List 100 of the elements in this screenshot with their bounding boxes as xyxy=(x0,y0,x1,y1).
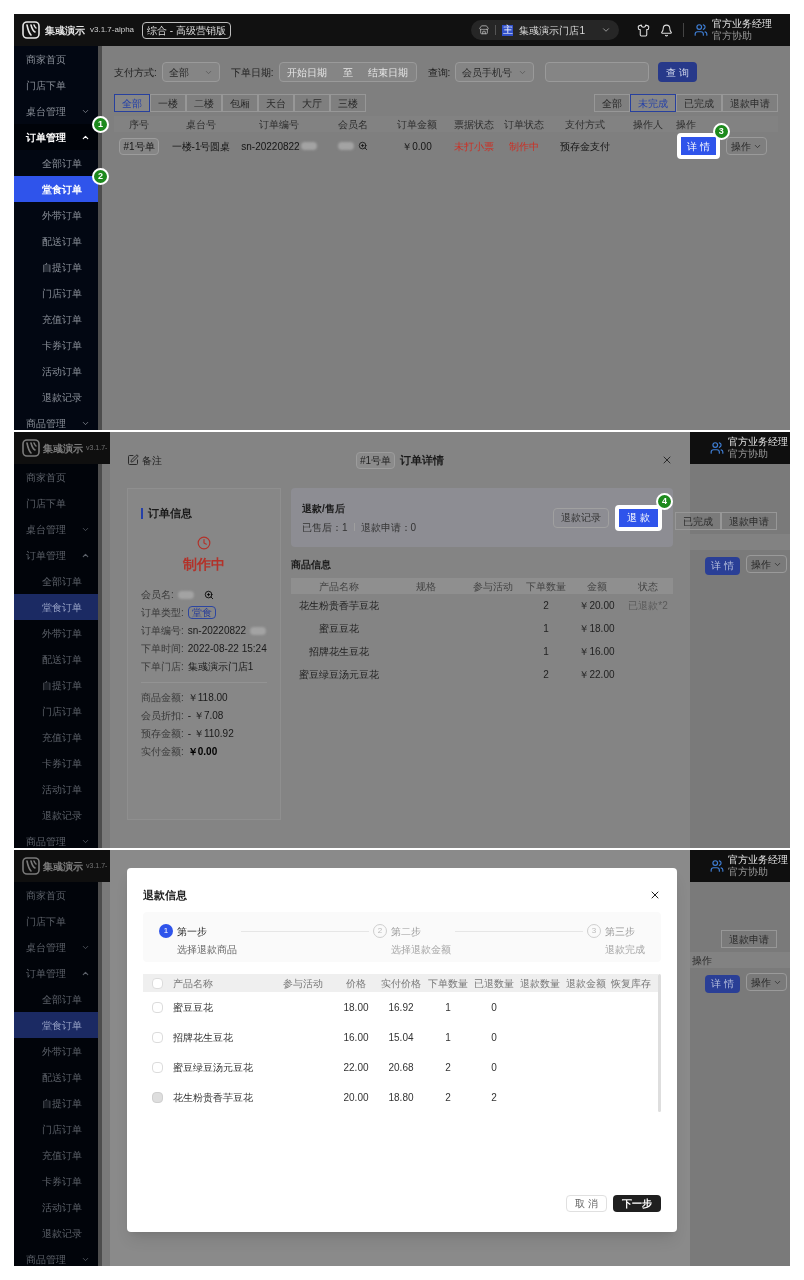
select-field[interactable]: 全部 xyxy=(161,62,220,82)
refund-records-button[interactable]: 退款记录 xyxy=(553,507,610,528)
sidebar-item[interactable]: 全部订单 xyxy=(14,986,98,1012)
sidebar-item[interactable]: 自提订单 xyxy=(14,672,98,698)
sidebar-item[interactable]: 卡券订单 xyxy=(14,750,98,776)
sidebar-item[interactable]: 自提订单 xyxy=(14,1090,98,1116)
sidebar-group[interactable]: 订单管理 xyxy=(14,124,98,150)
step-subtitle: 选择退款金额 xyxy=(391,943,451,957)
actions-dropdown[interactable]: 操作 xyxy=(745,973,787,991)
zoom-in-icon[interactable] xyxy=(203,589,214,600)
sidebar-group[interactable]: 订单管理 xyxy=(14,960,98,986)
column-header: 操作 xyxy=(691,953,712,968)
status-tab[interactable]: 已完成 xyxy=(675,512,721,530)
sidebar-item[interactable]: 全部订单 xyxy=(14,568,98,594)
sidebar-item[interactable]: 退款记录 xyxy=(14,1220,98,1246)
field-label: 下单门店: xyxy=(141,660,184,674)
sidebar-item[interactable]: 门店下单 xyxy=(14,908,98,934)
sidebar-item[interactable]: 充值订单 xyxy=(14,1142,98,1168)
details-button[interactable]: 详 情 xyxy=(677,133,720,159)
checkbox[interactable] xyxy=(151,1001,163,1013)
column-header: 会员名 xyxy=(338,117,368,132)
details-button[interactable]: 详 情 xyxy=(705,556,740,575)
status-tab[interactable]: 全部 xyxy=(594,94,630,112)
status-tab[interactable]: 全部 xyxy=(114,94,150,112)
status-tab[interactable]: 大厅 xyxy=(294,94,330,112)
cancel-button[interactable]: 取 消 xyxy=(566,1195,607,1212)
order-tag: #1号单 xyxy=(119,137,159,155)
column-header: 产品名称 xyxy=(172,976,214,991)
step-subtitle: 退款完成 xyxy=(605,943,645,957)
sidebar-group[interactable]: 桌台管理 xyxy=(14,516,98,542)
sidebar-item[interactable]: 活动订单 xyxy=(14,358,98,384)
sidebar-item[interactable]: 活动订单 xyxy=(14,1194,98,1220)
sidebar-item[interactable]: 自提订单 xyxy=(14,254,98,280)
search-button[interactable]: 查 询 xyxy=(658,62,698,82)
sidebar-item[interactable]: 退款记录 xyxy=(14,802,98,828)
sidebar-group[interactable]: 商品管理 xyxy=(14,828,98,848)
sidebar-group[interactable]: 订单管理 xyxy=(14,542,98,568)
edit-icon[interactable] xyxy=(127,454,139,466)
close-icon[interactable] xyxy=(649,889,661,901)
shirt-icon[interactable] xyxy=(637,23,650,37)
checkbox[interactable] xyxy=(151,1061,163,1073)
sidebar-item[interactable]: 门店订单 xyxy=(14,280,98,306)
status-tab[interactable]: 退款申请 xyxy=(721,930,777,948)
table-cell-text: 1 xyxy=(542,645,550,659)
status-tab[interactable]: 已完成 xyxy=(676,94,722,112)
status-tab[interactable]: 三楼 xyxy=(330,94,366,112)
date-range-field[interactable]: 开始日期 至 结束日期 xyxy=(278,62,417,82)
search-input[interactable] xyxy=(545,62,650,82)
column-header: 金额 xyxy=(586,579,608,594)
sidebar-item[interactable]: 充值订单 xyxy=(14,724,98,750)
refund-button[interactable]: 退 款 xyxy=(615,504,662,531)
sidebar-item[interactable]: 堂食订单 xyxy=(14,176,98,202)
order-tag: #1号单 xyxy=(355,451,396,469)
sidebar-item[interactable]: 配送订单 xyxy=(14,646,98,672)
table-cell-text: 22.00 xyxy=(342,1060,370,1075)
status-tab[interactable]: 包厢 xyxy=(222,94,258,112)
table-cell-text: 0 xyxy=(490,1060,498,1075)
sidebar-item[interactable]: 配送订单 xyxy=(14,1064,98,1090)
select-field[interactable]: 会员手机号 xyxy=(455,62,535,82)
sidebar-item[interactable]: 退款记录 xyxy=(14,384,98,410)
sidebar-group[interactable]: 商品管理 xyxy=(14,410,98,430)
sidebar-item[interactable]: 充值订单 xyxy=(14,306,98,332)
field-value: sn-20220822 xyxy=(187,624,247,638)
sidebar-item[interactable]: 门店订单 xyxy=(14,1116,98,1142)
status-tab[interactable]: 退款申请 xyxy=(722,94,778,112)
sidebar-item[interactable]: 堂食订单 xyxy=(14,1012,98,1038)
field-label: 下单时间: xyxy=(141,642,184,656)
status-tab[interactable]: 天台 xyxy=(258,94,294,112)
sidebar-item[interactable]: 外带订单 xyxy=(14,1038,98,1064)
sidebar-item[interactable]: 外带订单 xyxy=(14,202,98,228)
store-selector[interactable]: 主 集彧演示门店1 xyxy=(471,20,619,40)
sidebar-item[interactable]: 活动订单 xyxy=(14,776,98,802)
sidebar-group[interactable]: 桌台管理 xyxy=(14,934,98,960)
sidebar-item[interactable]: 商家首页 xyxy=(14,464,98,490)
sidebar-item[interactable]: 商家首页 xyxy=(14,46,98,72)
sidebar-group[interactable]: 商品管理 xyxy=(14,1246,98,1266)
status-tab[interactable]: 退款申请 xyxy=(721,512,777,530)
table-cell-text: 2 xyxy=(444,1060,452,1075)
sidebar-item[interactable]: 卡券订单 xyxy=(14,332,98,358)
checkbox[interactable] xyxy=(151,1031,163,1043)
actions-dropdown[interactable]: 操作 xyxy=(725,137,767,155)
sidebar-item[interactable]: 卡券订单 xyxy=(14,1168,98,1194)
details-button[interactable]: 详 情 xyxy=(705,974,740,993)
actions-dropdown[interactable]: 操作 xyxy=(745,555,787,573)
sidebar-item[interactable]: 配送订单 xyxy=(14,228,98,254)
zoom-in-icon[interactable] xyxy=(358,141,368,151)
sidebar-item[interactable]: 门店订单 xyxy=(14,698,98,724)
filter-label: 查询: xyxy=(427,65,451,80)
next-step-button[interactable]: 下一步 xyxy=(613,1195,661,1212)
table-cell-text: 1 xyxy=(444,1030,452,1045)
status-tab[interactable]: 未完成 xyxy=(630,94,676,112)
sidebar-item[interactable]: 堂食订单 xyxy=(14,594,98,620)
sidebar-item[interactable]: 门店下单 xyxy=(14,72,98,98)
sidebar-item[interactable]: 外带订单 xyxy=(14,620,98,646)
table-cell-text: 20.68 xyxy=(387,1060,415,1075)
checkbox[interactable] xyxy=(151,977,163,989)
sidebar-item[interactable]: 商家首页 xyxy=(14,882,98,908)
sidebar-item[interactable]: 门店下单 xyxy=(14,490,98,516)
bell-icon[interactable] xyxy=(660,23,673,37)
version-label: v3.1.7-alpha xyxy=(90,24,135,36)
